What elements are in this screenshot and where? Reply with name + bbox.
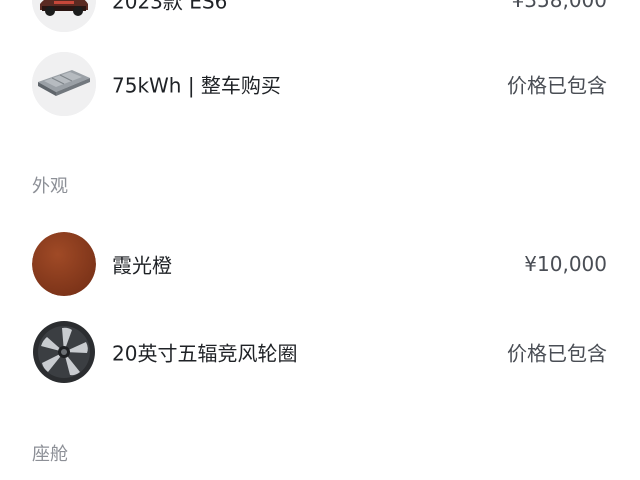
wheels-label: 20英寸五辐竞风轮圈: [112, 341, 298, 366]
battery-price: 价格已包含: [507, 73, 607, 98]
config-item-color[interactable]: 霞光橙 ¥10,000: [0, 232, 640, 296]
section-title-exterior: 外观: [32, 176, 68, 197]
car-thumbnail-icon: [32, 0, 96, 32]
battery-pack-icon: [32, 52, 96, 116]
order-config-page: 2023款 ES6 ¥358,000 75kWh | 整车购买 价格已包含 外观: [0, 0, 640, 480]
model-label: 2023款 ES6: [112, 0, 228, 14]
section-title-cabin: 座舱: [32, 444, 68, 465]
config-item-battery[interactable]: 75kWh | 整车购买 价格已包含: [0, 52, 640, 116]
color-label: 霞光橙: [112, 253, 172, 278]
model-price: ¥358,000: [511, 0, 607, 12]
config-item-wheels[interactable]: 20英寸五辐竞风轮圈 价格已包含: [0, 320, 640, 384]
wheels-price: 价格已包含: [507, 341, 607, 366]
color-swatch-icon: [32, 232, 96, 296]
wheel-rim-icon: [32, 320, 96, 384]
battery-label: 75kWh | 整车购买: [112, 73, 281, 98]
config-item-model[interactable]: 2023款 ES6 ¥358,000: [0, 0, 640, 32]
color-price: ¥10,000: [524, 252, 607, 276]
